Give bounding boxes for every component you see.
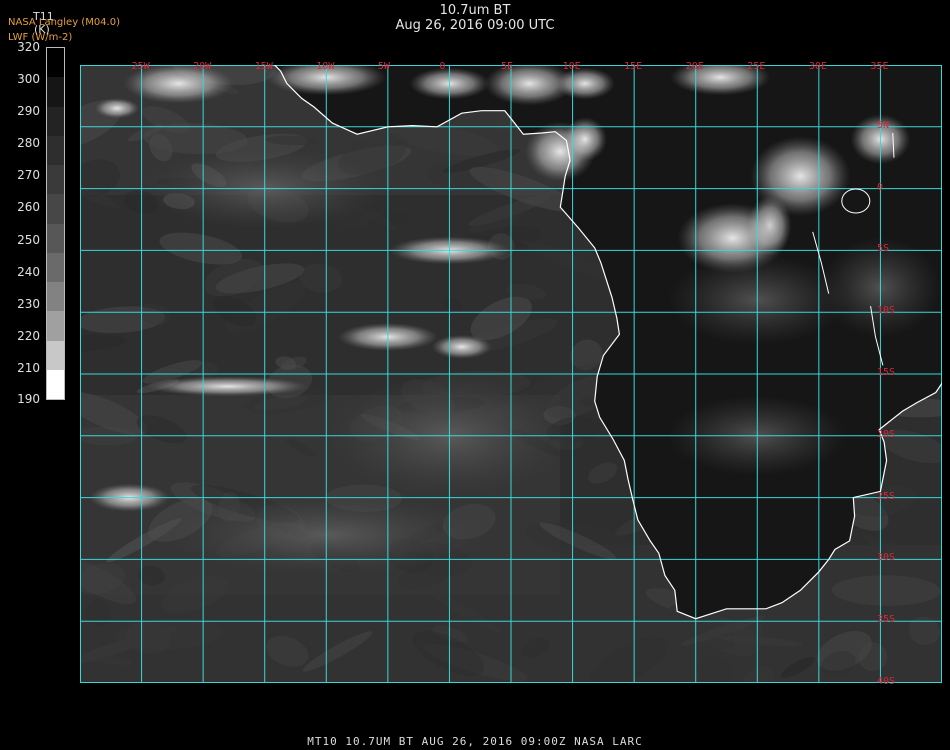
colorbar-segment <box>47 252 64 282</box>
colorbar-tick-label: 260 <box>17 200 40 214</box>
latitude-label: 5S <box>877 243 890 255</box>
longitude-label: 5E <box>501 61 514 72</box>
colorbar-tick-label: 300 <box>17 72 40 86</box>
colorbar-tick-label: 190 <box>17 392 40 406</box>
cloud-mass <box>554 67 615 100</box>
colorbar-segment <box>47 135 64 165</box>
map-title: 10.7um BT <box>439 3 511 18</box>
longitude-label: 20E <box>685 61 704 72</box>
cloud-mass <box>147 376 308 397</box>
latitude-label: 25S <box>877 490 896 502</box>
colorbar-tick-label: 210 <box>17 361 40 375</box>
colorbar-segment <box>47 77 64 107</box>
colorbar <box>46 47 65 400</box>
latitude-label: 15S <box>877 367 896 378</box>
map-datetime: Aug 26, 2016 09:00 UTC <box>395 18 555 33</box>
longitude-label: 5W <box>377 61 390 72</box>
longitude-label: 10E <box>562 61 581 72</box>
latitude-label: 10S <box>877 305 896 317</box>
colorbar-tick-label: 270 <box>17 168 40 182</box>
latitude-label: 35S <box>877 614 896 626</box>
colorbar-tick-label: 250 <box>17 233 40 247</box>
footer-caption: MT10 10.7UM BT AUG 26, 2016 09:00Z NASA … <box>307 735 643 748</box>
satellite-image <box>33 6 950 689</box>
map-canvas <box>33 6 950 689</box>
latitude-label: 5N <box>877 119 890 131</box>
colorbar-segment <box>47 165 64 195</box>
longitude-label: 25W <box>131 61 150 72</box>
colorbar-segment <box>47 48 64 78</box>
colorbar-tick-label: 280 <box>17 136 40 150</box>
cloud-mass <box>94 98 139 119</box>
longitude-label: 10W <box>316 61 335 72</box>
colorbar-segment <box>47 194 64 224</box>
colorbar-segment <box>47 106 64 136</box>
longitude-label: 0 <box>439 61 446 72</box>
colorbar-tick-label: 320 <box>17 40 40 54</box>
longitude-label: 15W <box>254 61 273 72</box>
latitude-label: 30S <box>877 552 896 564</box>
longitude-label: 30E <box>808 61 827 72</box>
credit-source: NASA Langley (M04.0) <box>8 17 120 28</box>
latitude-label: 20S <box>877 428 896 440</box>
longitude-label: 15E <box>624 61 643 72</box>
colorbar-segment <box>47 369 64 399</box>
latitude-label: 40S <box>877 676 896 687</box>
colorbar-tick-label: 220 <box>17 329 40 343</box>
colorbar-tick-label: 240 <box>17 265 40 279</box>
colorbar-segment <box>47 282 64 312</box>
colorbar-segment <box>47 311 64 341</box>
colorbar-segment <box>47 223 64 253</box>
colorbar-tick-label: 230 <box>17 297 40 311</box>
cloud-mass <box>431 334 492 359</box>
colorbar-unit-label: (K) <box>34 23 50 36</box>
colorbar-segment <box>47 340 64 370</box>
longitude-label: 35E <box>870 61 889 72</box>
colorbar-tick-label: 290 <box>17 104 40 118</box>
latitude-label: 0 <box>877 181 884 193</box>
longitude-label: 20W <box>193 61 212 72</box>
colorbar-variable-label: T11 <box>33 10 54 23</box>
longitude-label: 25E <box>747 61 766 72</box>
